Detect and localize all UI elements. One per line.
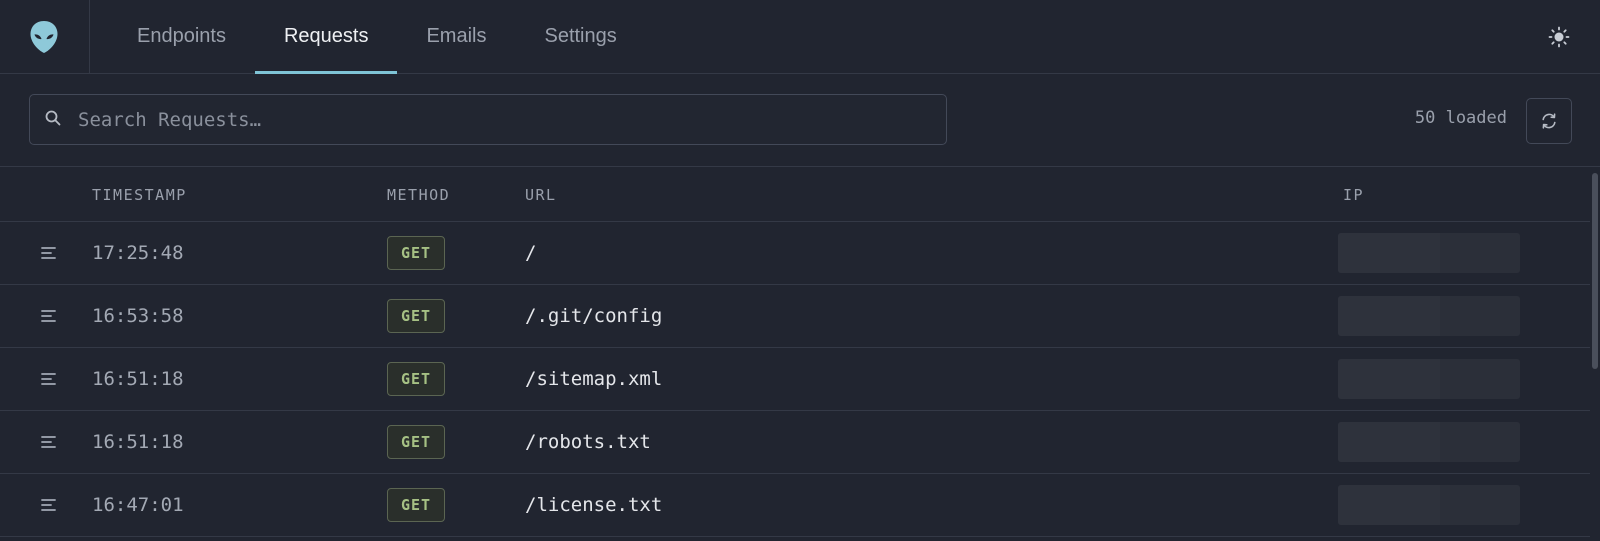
loaded-count: 50 loaded <box>1414 108 1507 128</box>
table-row[interactable]: 16:51:18 GET /sitemap.xml <box>0 348 1590 411</box>
nav-tabs: Endpoints Requests Emails Settings <box>90 0 646 74</box>
table-row[interactable]: 16:53:58 GET /.git/config <box>0 285 1590 348</box>
ip-redacted <box>1338 485 1520 525</box>
row-timestamp: 16:51:18 <box>92 368 184 390</box>
row-url: /sitemap.xml <box>525 368 663 390</box>
method-badge: GET <box>387 488 445 522</box>
search-input[interactable] <box>78 95 938 144</box>
requests-table: TIMESTAMP METHOD URL IP 17:25:48 GET / 1… <box>0 167 1590 541</box>
row-timestamp: 16:51:18 <box>92 431 184 453</box>
requests-toolbar: 50 loaded <box>0 74 1600 167</box>
column-header-timestamp[interactable]: TIMESTAMP <box>92 186 187 204</box>
table-header: TIMESTAMP METHOD URL IP <box>0 167 1590 222</box>
sun-icon <box>1548 26 1570 48</box>
column-header-method[interactable]: METHOD <box>387 186 450 204</box>
table-row[interactable]: 16:47:01 GET /license.txt <box>0 474 1590 537</box>
alien-head-icon <box>30 20 57 53</box>
method-badge: GET <box>387 299 445 333</box>
scrollbar-thumb[interactable] <box>1592 173 1598 369</box>
row-url: /.git/config <box>525 305 663 327</box>
details-lines-icon[interactable] <box>41 372 56 386</box>
ip-redacted <box>1338 296 1520 336</box>
details-lines-icon[interactable] <box>41 309 56 323</box>
row-timestamp: 16:53:58 <box>92 305 184 327</box>
search-icon <box>45 110 61 126</box>
top-nav-bar: Endpoints Requests Emails Settings <box>0 0 1600 74</box>
refresh-button[interactable] <box>1526 98 1572 144</box>
table-row[interactable]: 17:25:48 GET / <box>0 222 1590 285</box>
row-timestamp: 16:47:01 <box>92 494 184 516</box>
ip-redacted <box>1338 359 1520 399</box>
tab-requests[interactable]: Requests <box>254 0 398 74</box>
ip-redacted <box>1338 422 1520 462</box>
search-box[interactable] <box>29 94 947 145</box>
table-row[interactable]: 16:51:18 GET /robots.txt <box>0 411 1590 474</box>
refresh-icon <box>1542 113 1556 129</box>
row-url: /robots.txt <box>525 431 651 453</box>
method-badge: GET <box>387 362 445 396</box>
logo[interactable] <box>0 0 90 73</box>
column-header-ip[interactable]: IP <box>1343 186 1364 204</box>
tab-emails[interactable]: Emails <box>397 0 515 73</box>
column-header-url[interactable]: URL <box>525 186 557 204</box>
method-badge: GET <box>387 236 445 270</box>
details-lines-icon[interactable] <box>41 246 56 260</box>
theme-toggle-button[interactable] <box>1542 20 1576 54</box>
row-timestamp: 17:25:48 <box>92 242 184 264</box>
tab-settings[interactable]: Settings <box>515 0 645 73</box>
vertical-scrollbar[interactable] <box>1590 167 1600 541</box>
row-url: / <box>525 242 537 264</box>
tab-endpoints[interactable]: Endpoints <box>108 0 255 73</box>
app-window: Endpoints Requests Emails Settings Searc… <box>0 0 1600 541</box>
method-badge: GET <box>387 425 445 459</box>
row-url: /license.txt <box>525 494 663 516</box>
details-lines-icon[interactable] <box>41 435 56 449</box>
ip-redacted <box>1338 233 1520 273</box>
details-lines-icon[interactable] <box>41 498 56 512</box>
